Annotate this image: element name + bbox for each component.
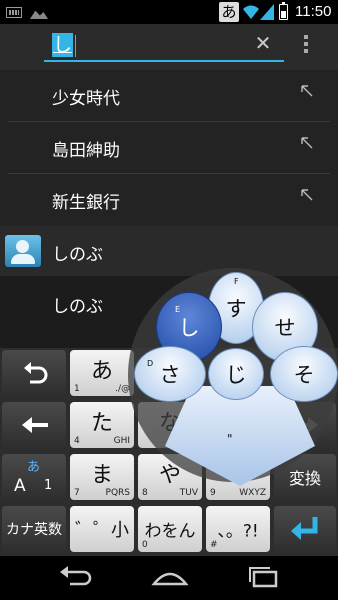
- arrow-left-icon: [22, 417, 48, 433]
- key-dakuten[interactable]: ゛゜小: [70, 506, 134, 552]
- contacts-header-label: しのぶ: [52, 245, 103, 265]
- overflow-menu-icon[interactable]: [302, 35, 310, 57]
- home-icon[interactable]: [150, 564, 190, 592]
- suggestion-item[interactable]: 島田紳助: [0, 122, 338, 174]
- key-a-row[interactable]: あ 1 ./@: [70, 350, 134, 396]
- flick-petal-left[interactable]: さ D: [134, 346, 206, 402]
- kana-eisu-key[interactable]: カナ英数: [2, 506, 66, 552]
- flick-hint: E: [175, 305, 181, 314]
- mode-hiragana-label: あ: [27, 460, 41, 475]
- flick-hint: D: [147, 359, 154, 368]
- wifi-icon: [243, 5, 259, 19]
- key-ma-row[interactable]: ま 7 PQRS: [70, 454, 134, 500]
- key-number-hint: 1: [74, 384, 80, 394]
- flick-char: じ: [225, 363, 247, 387]
- key-number-hint: 8: [142, 488, 148, 498]
- key-ta-row[interactable]: た 4 GHI: [70, 402, 134, 448]
- query-refine-arrow-icon[interactable]: [300, 136, 314, 150]
- navigation-bar: [0, 556, 338, 600]
- flick-char: し: [178, 316, 200, 340]
- keyboard-icon: [6, 7, 22, 18]
- key-number-hint: 4: [74, 436, 80, 446]
- flick-hint: F: [234, 277, 239, 286]
- query-refine-arrow-icon[interactable]: [300, 84, 314, 98]
- key-alpha-hint: WXYZ: [239, 488, 266, 498]
- search-query-composing-text: し: [52, 33, 74, 57]
- key-number-hint: #: [210, 540, 218, 550]
- key-alpha-hint: TUV: [179, 488, 198, 498]
- signal-icon: [260, 4, 274, 20]
- image-icon: [30, 10, 48, 19]
- suggestion-item[interactable]: 新生銀行: [0, 174, 338, 226]
- key-number-hint: 9: [210, 488, 216, 498]
- suggestion-text: 新生銀行: [52, 193, 120, 213]
- key-main-char: ま: [90, 463, 113, 488]
- flick-char: そ: [293, 363, 315, 387]
- suggestion-text: 少女時代: [52, 89, 120, 109]
- flick-petal-right[interactable]: そ: [270, 346, 338, 402]
- contacts-header[interactable]: しのぶ: [0, 226, 338, 276]
- ime-mode-badge: あ: [219, 2, 239, 22]
- enter-key[interactable]: [274, 506, 336, 552]
- contact-name: しのぶ: [52, 297, 103, 317]
- key-punctuation[interactable]: 、。?! #: [206, 506, 270, 552]
- mode-number-label: 1: [44, 478, 53, 493]
- recent-apps-icon[interactable]: [244, 564, 284, 592]
- search-input[interactable]: し: [44, 32, 284, 62]
- key-main-char: た: [90, 411, 113, 436]
- key-main-char: わをん: [144, 521, 196, 542]
- suggestion-text: 島田紳助: [52, 141, 120, 161]
- battery-icon: [279, 2, 288, 20]
- back-icon[interactable]: [56, 564, 96, 592]
- key-main-char: ゛゜小: [75, 520, 129, 541]
- key-main-char: あ: [90, 359, 113, 384]
- query-refine-arrow-icon[interactable]: [300, 188, 314, 202]
- clock: 11:50: [295, 3, 332, 20]
- contacts-app-icon: [5, 235, 41, 267]
- key-number-hint: 7: [74, 488, 80, 498]
- text-cursor: [75, 35, 76, 57]
- undo-icon: [24, 362, 48, 384]
- search-bar: し ✕: [0, 24, 338, 70]
- input-mode-key[interactable]: あ A 1: [2, 454, 66, 500]
- key-wa-row[interactable]: わをん 0: [138, 506, 202, 552]
- key-number-hint: 0: [142, 540, 148, 550]
- status-bar: あ 11:50: [0, 0, 338, 24]
- flick-hint: ": [227, 432, 233, 446]
- kana-eisu-label: カナ英数: [6, 522, 62, 538]
- key-main-char: 、。?!: [217, 521, 259, 542]
- suggestion-item[interactable]: 少女時代: [0, 70, 338, 122]
- key-alpha-hint: GHI: [113, 436, 130, 446]
- search-suggestions: 少女時代 島田紳助 新生銀行: [0, 70, 338, 226]
- key-alpha-hint: PQRS: [105, 488, 130, 498]
- flick-petal-center[interactable]: じ: [208, 348, 264, 400]
- enter-icon: [291, 517, 318, 540]
- close-icon[interactable]: ✕: [252, 32, 274, 54]
- flick-char: せ: [274, 316, 296, 340]
- mode-alpha-label: A: [14, 476, 26, 496]
- flick-char: さ: [159, 363, 181, 387]
- undo-key[interactable]: [2, 350, 66, 396]
- cursor-left-key[interactable]: [2, 402, 66, 448]
